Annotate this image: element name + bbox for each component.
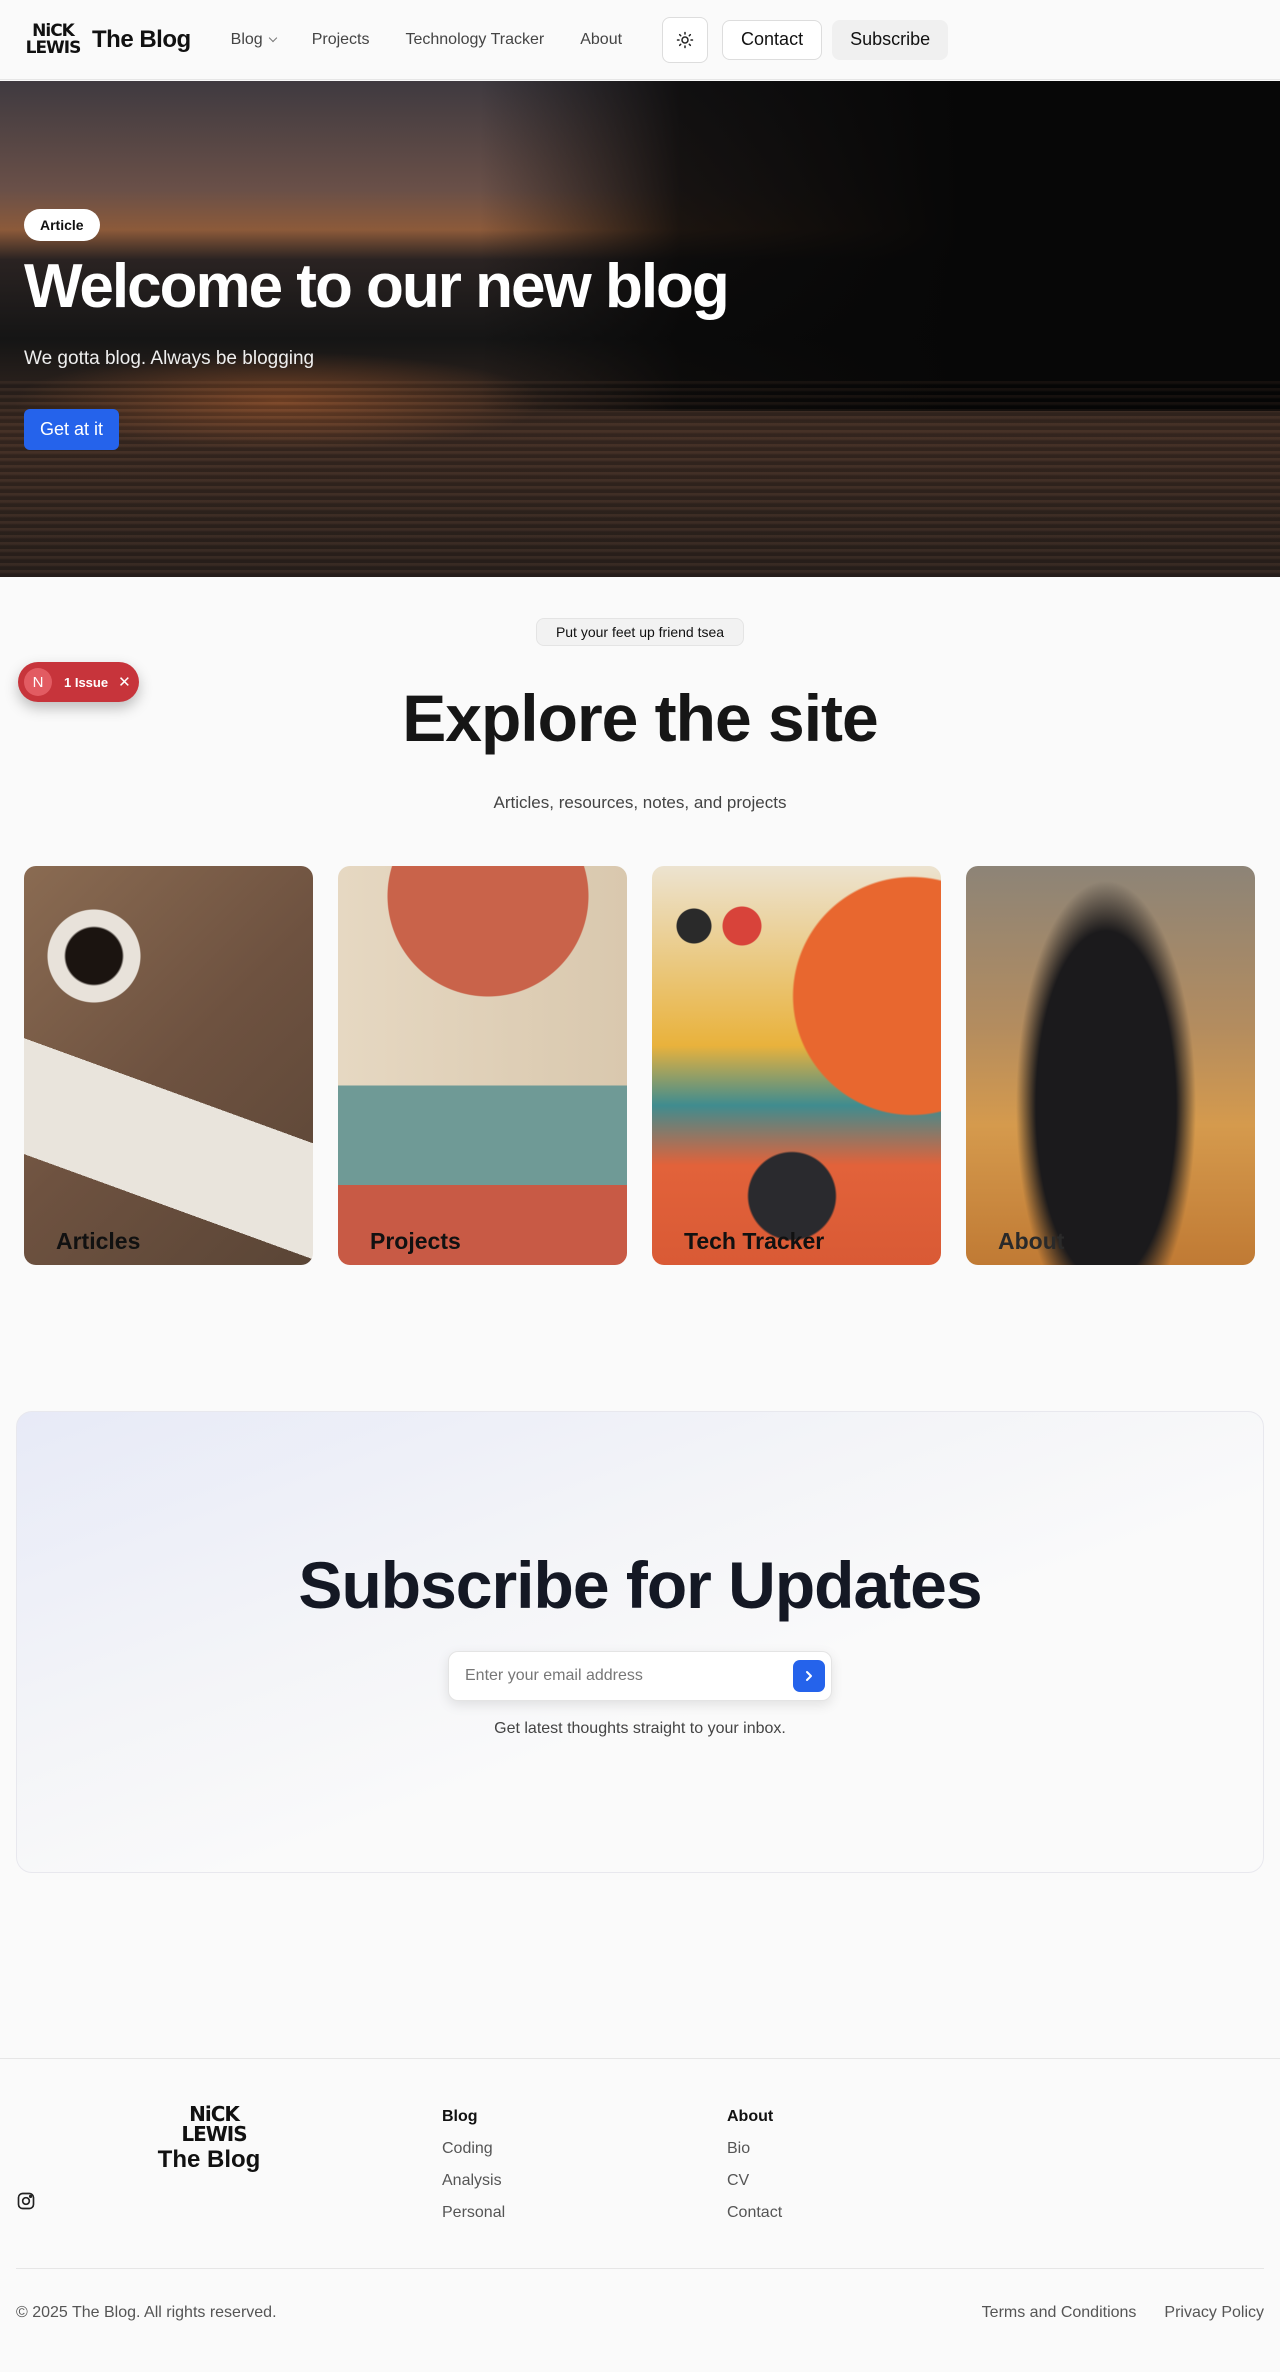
get-at-it-button[interactable]: Get at it [24,409,120,450]
footer-heading: About [727,2108,774,2125]
logo-line-2: LEWIS [25,37,82,58]
hero-banner: Article Welcome to our new blog We gotta… [0,81,1280,577]
nav-item-blog[interactable]: Blog [230,30,277,49]
hero-subtitle: We gotta blog. Always be blogging [24,348,315,369]
subscribe-title: Subscribe for Updates [298,1548,982,1622]
card-label: About [998,1228,1065,1254]
card-label: Articles [56,1228,141,1254]
terms-link[interactable]: Terms and Conditions [982,2304,1137,2322]
email-form [448,1651,832,1701]
subscribe-note: Get latest thoughts straight to your inb… [494,1720,786,1737]
copyright-text: © 2025 The Blog. All rights reserved. [16,2304,277,2321]
nav-item-projects[interactable]: Projects [312,31,370,49]
logo-line-1: NiCK [32,20,75,41]
instagram-link[interactable] [16,2191,36,2216]
privacy-link[interactable]: Privacy Policy [1164,2304,1264,2322]
logo[interactable]: NiCK LEWIS [24,20,82,58]
footer-heading: Blog [442,2108,478,2125]
subscribe-button[interactable]: Subscribe [832,19,949,60]
footer-link-analysis[interactable]: Analysis [442,2172,505,2190]
site-header: NiCK LEWIS The Blog Blog Projects Techno… [0,0,1280,80]
main-nav: Blog Projects Technology Tracker About [231,31,658,49]
explore-subtitle: Articles, resources, notes, and projects [493,793,787,812]
card-articles[interactable]: Articles [24,866,313,1265]
hero-image-trees [480,81,1280,411]
submit-email-button[interactable] [793,1660,825,1692]
chevron-down-icon [268,33,277,42]
chevron-right-icon [806,1671,812,1681]
explore-title: Explore the site [402,681,879,755]
footer-logo[interactable]: NiCK LEWIS The Blog [158,2104,262,2174]
card-label: Projects [370,1228,461,1254]
sun-icon [676,31,694,48]
instagram-icon [17,2192,35,2210]
footer-divider [16,2268,1264,2269]
card-about[interactable]: About [966,866,1255,1265]
footer-column-about: About Bio CV Contact [727,2108,782,2236]
footer-link-coding[interactable]: Coding [442,2140,505,2158]
legal-links: Terms and Conditions Privacy Policy [982,2304,1264,2322]
email-field[interactable] [465,1667,793,1685]
card-projects[interactable]: Projects [338,866,627,1265]
tagline-pill: Put your feet up friend tsea [536,618,744,646]
logo-line-2: LEWIS [181,2122,247,2146]
footer-link-cv[interactable]: CV [727,2172,782,2190]
nav-item-label: Blog [230,30,263,48]
footer-site-title: The Blog [157,2146,261,2173]
subscribe-panel [16,1411,1264,1873]
theme-toggle-button[interactable] [662,16,709,63]
site-title[interactable]: The Blog [92,26,191,54]
footer-top-border [0,2058,1280,2059]
footer-column-blog: Blog Coding Analysis Personal [442,2108,505,2236]
footer-link-bio[interactable]: Bio [727,2140,782,2158]
card-label: Tech Tracker [684,1228,825,1254]
nav-item-about[interactable]: About [580,31,622,49]
footer-link-personal[interactable]: Personal [442,2204,505,2222]
hero-image-water [0,381,1280,577]
logo-line-1: NiCK [189,2102,240,2126]
footer-logo-mark: NiCK LEWIS [166,2104,262,2144]
nav-item-technology-tracker[interactable]: Technology Tracker [405,31,544,49]
article-badge: Article [24,209,100,241]
contact-button[interactable]: Contact [722,19,823,60]
card-tech-tracker[interactable]: Tech Tracker [652,866,941,1265]
hero-title: Welcome to our new blog [24,252,730,321]
footer-link-contact[interactable]: Contact [727,2204,782,2222]
